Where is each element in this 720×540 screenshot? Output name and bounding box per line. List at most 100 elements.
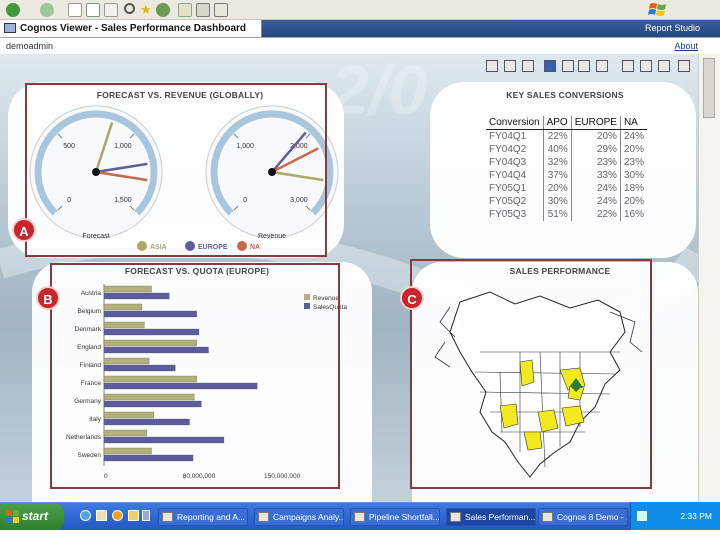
window-icon [450,512,461,522]
table-cell: FY04Q2 [489,144,527,155]
explorer-icon[interactable] [128,510,139,521]
taskbar-item[interactable]: Cognos 8 Demo - ... [538,508,628,526]
report-studio-link[interactable]: Report Studio [645,23,700,33]
vertical-scrollbar[interactable] [698,54,720,502]
taskbar-item-label: Pipeline Shortfall... [369,512,440,522]
layout-icon[interactable] [640,60,652,72]
window-icon [542,512,553,522]
column-header: NA [619,116,647,130]
history-icon[interactable] [156,3,170,17]
table-cell: 23% [619,156,647,169]
table-cell: 30% [619,169,647,182]
panel-title-key-sales-conversions: KEY SALES CONVERSIONS [506,90,624,100]
table-row: FY04Q4 37% 33% 30% [486,169,647,182]
table-row: FY05Q3 51% 22% 16% [486,208,647,221]
save-icon[interactable] [486,60,498,72]
taskbar-item[interactable]: Pipeline Shortfall... [350,508,440,526]
table-cell: 24% [570,182,621,195]
table-cell: 24% [619,129,647,143]
table-row: FY04Q1 22% 20% 24% [486,129,647,143]
options-icon[interactable] [678,60,690,72]
table-cell: FY04Q1 [489,131,527,142]
table-cell: 40% [542,143,572,156]
desktop-icon[interactable] [142,510,150,521]
view-icon[interactable] [658,60,670,72]
table-cell: FY05Q1 [489,183,527,194]
table-cell: FY05Q2 [489,196,527,207]
windows-logo-icon [648,3,666,16]
mail-icon[interactable] [178,3,192,17]
view-format-icon[interactable] [596,60,608,72]
print-icon[interactable] [196,3,210,17]
favorites-icon[interactable]: ★ [140,3,154,17]
table-cell: 33% [570,169,621,182]
save-as-icon[interactable] [504,60,516,72]
user-bar: demoadmin About [0,38,720,54]
taskbar-item-label: Campaigns Analy... [273,512,344,522]
callout-a: A [12,218,36,242]
scrollbar-thumb[interactable] [703,58,715,118]
table-cell: 20% [619,195,647,208]
refresh-icon[interactable] [86,3,100,17]
table-row: FY05Q1 20% 24% 18% [486,182,647,195]
window-icon [354,512,365,522]
window-title: Cognos Viewer - Sales Performance Dashbo… [20,23,247,34]
table-cell: 30% [542,195,572,208]
highlight-frame-a [25,83,327,257]
mail-icon[interactable] [96,510,107,521]
search-icon[interactable] [124,3,135,14]
tray-network-icon[interactable] [637,511,647,521]
screen-bottom-edge [0,530,720,540]
column-header: APO [542,116,572,130]
edit-icon[interactable] [214,3,228,17]
drill-down-icon[interactable] [562,60,574,72]
table-body: FY04Q1 22% 20% 24% FY04Q2 40% 29% 20% FY04Q3 32% 2… [486,129,647,221]
windows-taskbar: start Reporting and A... Campaigns Analy.… [0,502,720,531]
callout-c: C [400,286,424,310]
start-windows-icon [6,510,19,523]
table-header-row: Conversion APO EUROPE NA [486,116,647,130]
table-cell: 20% [570,129,621,143]
report-toolbar [482,58,696,74]
system-tray: 2:33 PM [630,502,720,530]
start-label: start [22,509,49,523]
start-button[interactable]: start [0,503,64,531]
ie-icon[interactable] [80,510,91,521]
table-cell: 24% [570,195,621,208]
about-link[interactable]: About [674,41,698,51]
taskbar-item-label: Cognos 8 Demo - ... [557,512,628,522]
taskbar-item[interactable]: Sales Performan... [446,508,536,526]
media-icon[interactable] [112,510,123,521]
taskbar-item-label: Sales Performan... [465,512,536,522]
table-cell: 20% [542,182,572,195]
table-cell: 22% [542,129,572,143]
table-cell: FY05Q3 [489,209,527,220]
table-cell: 18% [619,182,647,195]
home-icon[interactable] [104,3,118,17]
clock: 2:33 PM [680,511,712,521]
column-header: EUROPE [570,116,621,130]
table-cell: 51% [542,208,572,221]
window-icon [258,512,269,522]
table-row: FY05Q2 30% 24% 20% [486,195,647,208]
window-icon [162,512,173,522]
back-icon[interactable] [6,3,20,17]
add-bookmark-icon[interactable] [622,60,634,72]
table-cell: 29% [570,143,621,156]
viewer-tab[interactable]: Cognos Viewer - Sales Performance Dashbo… [0,20,262,37]
quick-launch [80,510,150,524]
email-icon[interactable] [522,60,534,72]
column-header: Conversion [486,116,544,130]
table-cell: 32% [542,156,572,169]
cognos-viewer-icon [4,23,16,33]
taskbar-item[interactable]: Reporting and A... [158,508,248,526]
stop-icon[interactable] [68,3,82,17]
table-row: FY04Q2 40% 29% 20% [486,143,647,156]
drill-up-icon[interactable] [578,60,590,72]
table-cell: FY04Q3 [489,157,527,168]
forward-icon[interactable] [40,3,54,17]
browser-toolbar: ★ [0,0,720,20]
run-icon[interactable] [544,60,556,72]
taskbar-item[interactable]: Campaigns Analy... [254,508,344,526]
table-row: FY04Q3 32% 23% 23% [486,156,647,169]
